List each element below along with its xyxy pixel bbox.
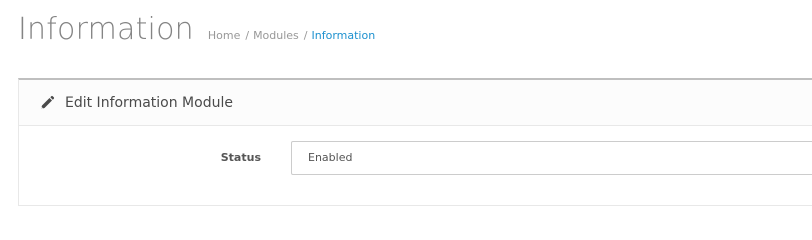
breadcrumb-information[interactable]: Information [312,29,376,42]
page-title: Information [18,12,194,47]
breadcrumb-separator: / [245,29,250,42]
status-form-row: Status Enabled [19,141,812,177]
panel-title: Edit Information Module [65,94,233,111]
breadcrumb-home[interactable]: Home [208,29,240,42]
panel-heading: Edit Information Module [19,80,812,126]
status-label: Status [220,151,261,164]
breadcrumb-modules[interactable]: Modules [253,29,299,42]
edit-panel: Edit Information Module Status Enabled [18,78,812,206]
pencil-icon [39,95,55,111]
status-select[interactable]: Enabled [291,141,812,175]
breadcrumb-separator: / [303,29,308,42]
page-header: Information Home / Modules / Information [18,12,375,47]
breadcrumb: Home / Modules / Information [208,29,375,42]
